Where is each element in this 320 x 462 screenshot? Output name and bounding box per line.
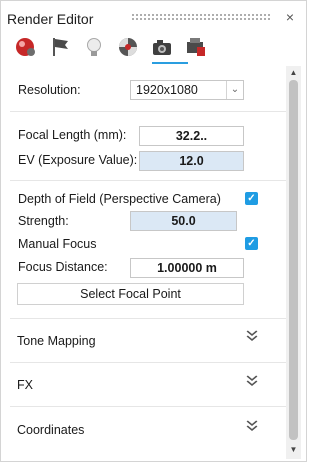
divider xyxy=(10,111,286,112)
lightbulb-icon[interactable] xyxy=(82,35,106,59)
chevron-double-down-icon[interactable] xyxy=(245,419,259,436)
environment-ball-icon[interactable] xyxy=(116,35,140,59)
camera-icon[interactable] xyxy=(150,35,174,59)
manual-focus-checkbox[interactable]: ✓ xyxy=(245,237,258,250)
close-icon[interactable]: × xyxy=(282,8,298,26)
section-coordinates[interactable]: Coordinates xyxy=(17,423,84,437)
section-tone-mapping[interactable]: Tone Mapping xyxy=(17,334,96,348)
scrollbar-thumb[interactable] xyxy=(289,80,298,440)
render-toolbar xyxy=(12,35,212,65)
ev-label: EV (Exposure Value): xyxy=(18,153,138,167)
chevron-double-down-icon[interactable] xyxy=(245,374,259,391)
scroll-down-icon[interactable]: ▼ xyxy=(286,444,301,456)
focal-length-input[interactable]: 32.2.. xyxy=(139,126,244,146)
resolution-value: 1920x1080 xyxy=(136,83,198,97)
section-fx[interactable]: FX xyxy=(17,378,33,392)
camera-settings-panel: Resolution: 1920x1080 ⌄ Focal Length (mm… xyxy=(0,66,286,460)
divider xyxy=(10,406,286,407)
window-title: Render Editor xyxy=(7,11,94,27)
resolution-dropdown[interactable]: 1920x1080 ⌄ xyxy=(130,80,244,100)
strength-label: Strength: xyxy=(18,214,69,228)
focal-length-label: Focal Length (mm): xyxy=(18,128,127,142)
resolution-label: Resolution: xyxy=(18,83,81,97)
divider xyxy=(10,180,286,181)
manual-focus-label: Manual Focus xyxy=(18,237,97,251)
dof-label: Depth of Field (Perspective Camera) xyxy=(18,192,221,206)
focus-distance-label: Focus Distance: xyxy=(18,260,108,274)
flag-icon[interactable] xyxy=(48,35,72,59)
ev-input[interactable]: 12.0 xyxy=(139,151,244,171)
chevron-double-down-icon[interactable] xyxy=(245,329,259,346)
drag-handle[interactable] xyxy=(131,13,271,21)
chevron-down-icon: ⌄ xyxy=(226,81,243,99)
focus-distance-input[interactable]: 1.00000 m xyxy=(130,258,244,278)
printer-icon[interactable] xyxy=(184,35,208,59)
vertical-scrollbar[interactable]: ▲ ▼ xyxy=(286,66,301,459)
select-focal-point-button[interactable]: Select Focal Point xyxy=(17,283,244,305)
dof-checkbox[interactable]: ✓ xyxy=(245,192,258,205)
divider xyxy=(10,362,286,363)
scroll-up-icon[interactable]: ▲ xyxy=(286,67,301,79)
selected-tab-indicator xyxy=(152,62,188,64)
strength-input[interactable]: 50.0 xyxy=(130,211,237,231)
divider xyxy=(10,318,286,319)
render-ball-icon[interactable] xyxy=(14,35,38,59)
